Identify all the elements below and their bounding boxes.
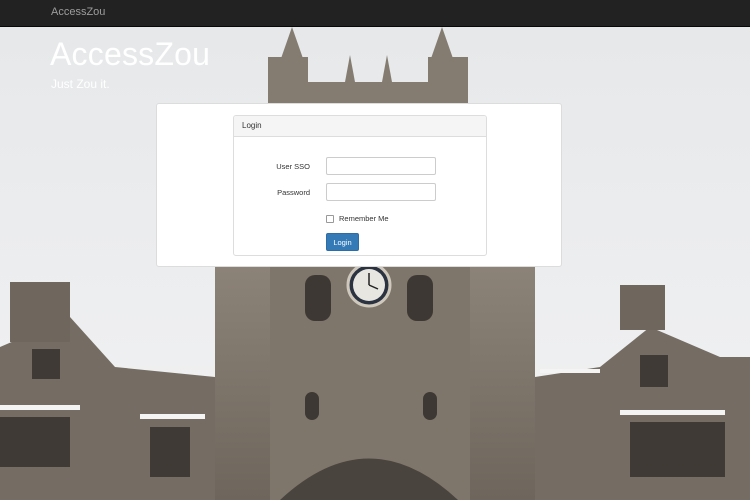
user-sso-label: User SSO [276, 162, 310, 171]
remember-me-checkbox[interactable] [326, 214, 334, 223]
login-card: Login User SSO Password Remember Me Logi… [156, 103, 562, 267]
navbar-brand-link[interactable]: AccessZou [51, 6, 105, 18]
password-label: Password [277, 188, 310, 197]
remember-me-option[interactable]: Remember Me [326, 214, 389, 223]
page: AccessZou AccessZou Just Zou it. Login U… [0, 0, 750, 500]
hero-title: AccessZou [50, 36, 211, 72]
login-button[interactable]: Login [326, 233, 359, 251]
hero-tagline: Just Zou it. [51, 77, 110, 91]
navbar: AccessZou [0, 0, 750, 27]
password-input[interactable] [326, 183, 436, 201]
login-panel-heading: Login [234, 116, 486, 137]
login-panel: Login User SSO Password Remember Me Logi… [233, 115, 487, 256]
user-sso-input[interactable] [326, 157, 436, 175]
remember-me-label: Remember Me [339, 214, 389, 223]
